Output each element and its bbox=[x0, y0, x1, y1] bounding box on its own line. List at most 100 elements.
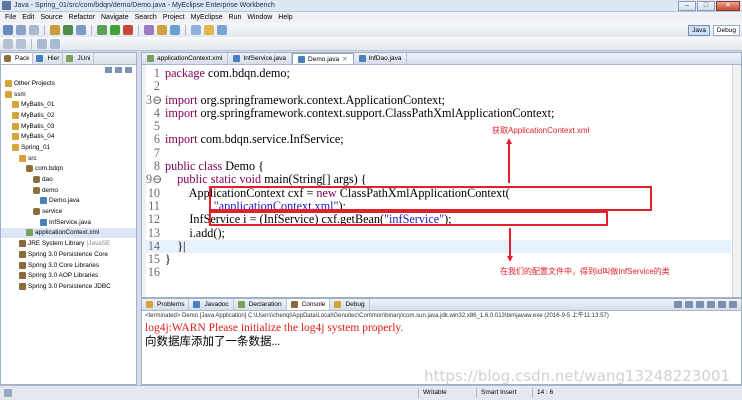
tree-item[interactable]: com.bdqn bbox=[1, 164, 136, 175]
tree-item[interactable]: Other Projects bbox=[1, 78, 136, 89]
tree-item[interactable]: Spring 3.0 Persistence Core bbox=[1, 249, 136, 260]
menu-source[interactable]: Source bbox=[37, 14, 65, 21]
tree-item-label: Spring 3.0 Persistence JDBC bbox=[28, 282, 111, 290]
tree-item-label: Spring 3.0 Persistence Core bbox=[28, 250, 108, 258]
annotation-label-top: 获取ApplicationContext.xml bbox=[492, 126, 590, 135]
java-file-icon bbox=[40, 197, 47, 205]
hierarchy-icon bbox=[36, 55, 44, 62]
console-terminated-line: <terminated> Demo [Java Application] C:\… bbox=[145, 313, 609, 319]
tree-item-label: InfService.java bbox=[49, 218, 91, 226]
menu-project[interactable]: Project bbox=[160, 14, 188, 21]
perspective-java[interactable]: Java bbox=[688, 25, 710, 36]
tree-item[interactable]: MyBatis_04 bbox=[1, 131, 136, 142]
tab-declaration[interactable]: Declaration bbox=[234, 299, 287, 310]
perspective-debug[interactable]: Debug bbox=[712, 25, 740, 36]
task-icon[interactable] bbox=[204, 25, 214, 35]
tree-item[interactable]: JRE System Library [JavaSE bbox=[1, 238, 136, 249]
tree-item[interactable]: Spring_01 bbox=[1, 142, 136, 153]
menu-help[interactable]: Help bbox=[275, 14, 295, 21]
menu-myeclipse[interactable]: MyEclipse bbox=[188, 14, 226, 21]
tab-hierarchy[interactable]: Hier bbox=[33, 53, 64, 64]
server-icon[interactable] bbox=[50, 25, 60, 35]
tab-package-explorer[interactable]: Pack bbox=[1, 53, 34, 64]
link-editor-icon[interactable] bbox=[115, 67, 122, 73]
tree-item[interactable]: MyBatis_01 bbox=[1, 99, 136, 110]
menu-search[interactable]: Search bbox=[132, 14, 160, 21]
annotation-icon[interactable] bbox=[191, 25, 201, 35]
tab-junit[interactable]: JUni bbox=[63, 53, 95, 64]
myeclipse-app-icon bbox=[2, 1, 11, 10]
editor-tab-label: InfDao.java bbox=[368, 55, 402, 62]
close-button[interactable]: ✕ bbox=[716, 1, 740, 11]
code-area[interactable]: 1 package com.bdqn.demo; 2 3⊖ import org.spr… bbox=[146, 66, 731, 280]
tree-item-label: src bbox=[28, 154, 37, 162]
terminate-icon[interactable] bbox=[674, 301, 682, 308]
library-icon bbox=[19, 282, 26, 290]
minimize-button[interactable]: – bbox=[678, 1, 696, 11]
search-icon[interactable] bbox=[170, 25, 180, 35]
browser-icon[interactable] bbox=[217, 25, 227, 35]
tree-item[interactable]: src bbox=[1, 153, 136, 164]
code-line: 4 import org.springframework.context.supp… bbox=[146, 106, 731, 120]
menu-navigate[interactable]: Navigate bbox=[98, 14, 132, 21]
code-text: public static void main(String[] args) { bbox=[165, 173, 366, 186]
save-icon[interactable] bbox=[16, 25, 26, 35]
editor-tab[interactable]: InfDao.java bbox=[354, 53, 408, 64]
open-type-icon[interactable] bbox=[157, 25, 167, 35]
menu-file[interactable]: File bbox=[2, 14, 19, 21]
editor-tab[interactable]: InfService.java bbox=[228, 53, 293, 64]
menu-window[interactable]: Window bbox=[244, 14, 275, 21]
tree-item[interactable]: MyBatis_02 bbox=[1, 110, 136, 121]
tree-item[interactable]: Spring 3.0 Persistence JDBC bbox=[1, 281, 136, 292]
editor-tab[interactable]: applicationContext.xml bbox=[142, 53, 229, 64]
clear-console-icon[interactable] bbox=[696, 301, 704, 308]
scroll-lock-icon[interactable] bbox=[707, 301, 715, 308]
fast-view-icon[interactable] bbox=[4, 389, 12, 397]
pin-console-icon[interactable] bbox=[718, 301, 726, 308]
tree-item[interactable]: demo bbox=[1, 185, 136, 196]
back-icon[interactable] bbox=[37, 38, 47, 49]
collapse-all-icon[interactable] bbox=[105, 67, 112, 73]
tree-item[interactable]: Spring 3.0 Core Libraries bbox=[1, 260, 136, 271]
debug-icon[interactable] bbox=[97, 25, 107, 35]
open-console-icon[interactable] bbox=[729, 301, 737, 308]
new-icon[interactable] bbox=[3, 25, 13, 35]
tree-item-label: Other Projects bbox=[14, 79, 55, 87]
tree-item[interactable]: ssm bbox=[1, 89, 136, 100]
annotation-box-context bbox=[209, 186, 652, 211]
close-tab-icon[interactable]: ✕ bbox=[342, 55, 347, 63]
new-class-icon[interactable] bbox=[144, 25, 154, 35]
tree-item-label: service bbox=[42, 208, 63, 216]
forward-icon[interactable] bbox=[50, 38, 60, 49]
editor-tab[interactable]: Demo.java ✕ bbox=[292, 53, 354, 64]
tab-console[interactable]: Console bbox=[286, 299, 331, 310]
print-icon[interactable] bbox=[29, 25, 39, 35]
menu-run[interactable]: Run bbox=[226, 14, 245, 21]
tree-item[interactable]: MyBatis_03 bbox=[1, 121, 136, 132]
tree-item[interactable]: service bbox=[1, 206, 136, 217]
tree-item[interactable]: Spring 3.0 AOP Libraries bbox=[1, 270, 136, 281]
menu-refactor[interactable]: Refactor bbox=[66, 14, 98, 21]
view-menu-icon[interactable] bbox=[125, 67, 132, 73]
run-icon[interactable] bbox=[110, 25, 120, 35]
tab-problems[interactable]: Problems bbox=[142, 299, 190, 310]
prev-annotation-icon[interactable] bbox=[16, 38, 26, 49]
menu-edit[interactable]: Edit bbox=[19, 14, 37, 21]
console-tabs: Problems Javadoc Declaration Console Deb… bbox=[142, 299, 741, 311]
next-annotation-icon[interactable] bbox=[3, 38, 13, 49]
tab-debug[interactable]: Debug bbox=[330, 299, 370, 310]
status-writable: Writable bbox=[418, 388, 474, 398]
tab-javadoc[interactable]: Javadoc bbox=[189, 299, 234, 310]
database-icon[interactable] bbox=[76, 25, 86, 35]
remove-launch-icon[interactable] bbox=[685, 301, 693, 308]
tree-item[interactable]: Demo.java bbox=[1, 196, 136, 207]
tree-item[interactable]: dao bbox=[1, 174, 136, 185]
stop-icon[interactable] bbox=[123, 25, 133, 35]
deploy-icon[interactable] bbox=[63, 25, 73, 35]
xml-file-icon bbox=[147, 55, 154, 62]
package-icon bbox=[33, 176, 40, 184]
editor-scrollbar[interactable] bbox=[732, 65, 741, 297]
tree-item[interactable]: InfService.java bbox=[1, 217, 136, 228]
maximize-button[interactable]: □ bbox=[697, 1, 715, 11]
tree-item[interactable]: applicationContext.xml bbox=[1, 227, 136, 239]
